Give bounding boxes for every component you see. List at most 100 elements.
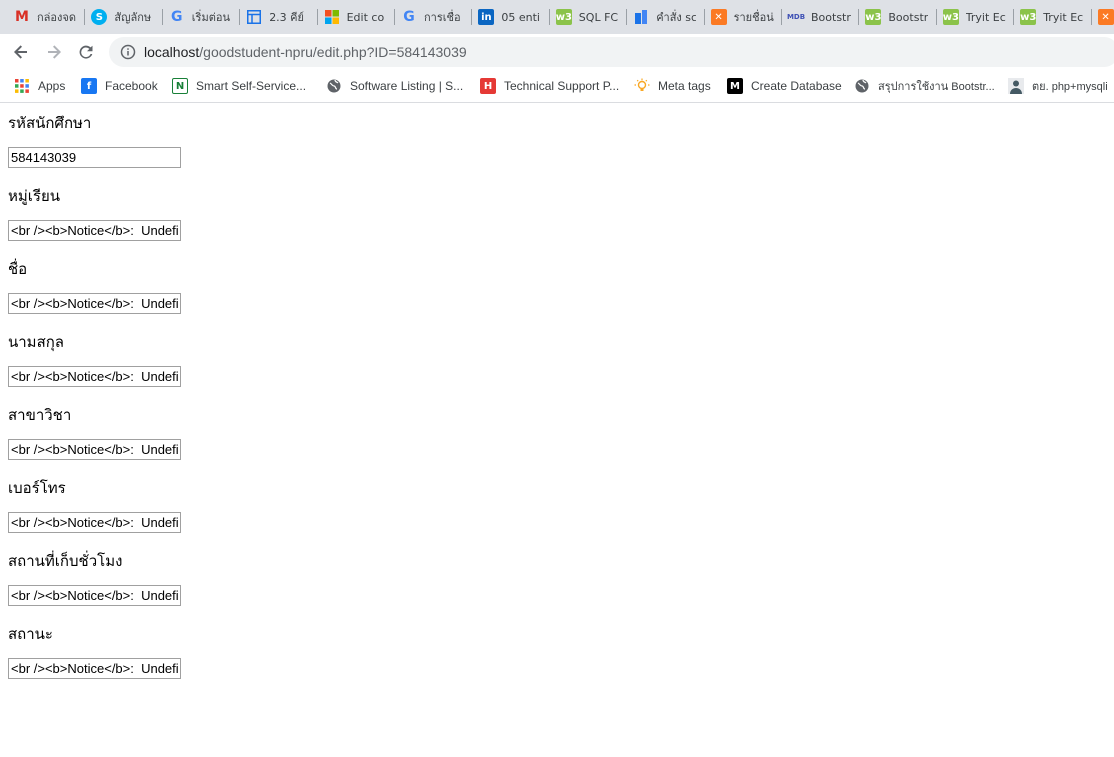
building-icon: [633, 9, 649, 25]
bookmark-label: Technical Support P...: [504, 79, 620, 93]
google-icon: G: [403, 9, 415, 25]
bookmark-label: ตย. php+mysqli: [1032, 81, 1108, 93]
mdb-icon: MDB: [786, 13, 806, 21]
section-input[interactable]: [8, 220, 181, 241]
bookmark-apps[interactable]: Apps: [14, 76, 65, 96]
browser-tab-label: Bootstr: [888, 10, 929, 24]
browser-tab[interactable]: w3 Bootstr: [859, 4, 937, 30]
browser-tab[interactable]: w3 Tryit Ec: [1014, 4, 1092, 30]
browser-tab[interactable]: G การเชื่อ: [395, 4, 473, 30]
label-hours-location: สถานที่เก็บชั่วโมง: [8, 552, 123, 570]
bookmark-bootstrap-summary[interactable]: สรุปการใช้งาน Bootstr...: [854, 76, 995, 96]
layout-icon: [246, 9, 262, 25]
browser-tab[interactable]: Edit co: [318, 4, 395, 30]
globe-icon: [326, 78, 342, 94]
n-logo-icon: N: [172, 78, 188, 94]
w3schools-icon: w3: [865, 9, 882, 25]
bookmark-label: Meta tags: [658, 79, 711, 93]
xampp-icon: ✕: [710, 9, 727, 25]
apps-grid-icon: [14, 78, 30, 94]
browser-tab-label: คำสั่ง sc: [656, 11, 697, 24]
browser-tab-label: SQL FC: [578, 10, 619, 24]
bookmark-smart-self-service[interactable]: N Smart Self-Service...: [172, 76, 306, 96]
browser-tab[interactable]: ✕ รายชื่อน่: [705, 4, 782, 30]
linkedin-icon: in: [478, 9, 495, 25]
bookmark-meta-tags[interactable]: Meta tags: [634, 76, 711, 96]
bookmark-label: Smart Self-Service...: [196, 79, 307, 93]
browser-tab-label: การเชื่อ: [424, 11, 461, 24]
w3schools-icon: w3: [943, 9, 959, 25]
reload-icon: [79, 45, 93, 59]
bookmark-software-listing[interactable]: Software Listing | S...: [326, 76, 463, 96]
xampp-icon: ✕: [1097, 9, 1114, 25]
label-last-name: นามสกุล: [8, 333, 64, 351]
gmail-icon: M: [15, 9, 29, 25]
student-id-input[interactable]: [8, 147, 181, 168]
user-avatar-icon: [1008, 78, 1024, 94]
browser-tab-label: Edit co: [346, 10, 385, 24]
browser-tab[interactable]: w3 Tryit Ec: [937, 4, 1015, 30]
arrow-right-icon: [48, 45, 61, 59]
url-path: /goodstudent-npru/edit.php?ID=584143039: [199, 44, 467, 60]
url-host: localhost: [144, 44, 200, 60]
browser-tab[interactable]: คำสั่ง sc: [627, 4, 705, 30]
bookmark-create-database[interactable]: M Create Database: [727, 76, 842, 96]
medium-icon: M: [727, 78, 743, 94]
browser-tab[interactable]: ✕: [1092, 4, 1114, 30]
skype-icon: S: [91, 9, 108, 25]
bookmark-facebook[interactable]: f Facebook: [81, 76, 158, 96]
tab-strip: M กล่องจด S สัญลักษ G เริ่มต่อน 2.3 คีย์ Edit c…: [0, 0, 1114, 34]
browser-tab[interactable]: G เริ่มต่อน: [163, 4, 241, 30]
bookmark-label: Apps: [38, 79, 66, 93]
label-first-name: ชื่อ: [8, 260, 28, 278]
browser-tab[interactable]: S สัญลักษ: [85, 4, 163, 30]
microsoft-icon: [324, 9, 340, 25]
google-icon: G: [171, 9, 183, 25]
first-name-input[interactable]: [8, 293, 181, 314]
browser-tab-label: Tryit Ec: [965, 10, 1006, 24]
label-status: สถานะ: [8, 625, 53, 643]
label-major: สาขาวิชา: [8, 406, 72, 424]
last-name-input[interactable]: [8, 366, 181, 387]
browser-tab-label: 05 enti: [501, 10, 540, 24]
bookmarks-bar: Apps f Facebook N Smart Self-Service... …: [0, 70, 1114, 103]
bookmark-label: Create Database: [751, 79, 842, 93]
globe-icon: [854, 78, 870, 94]
browser-tab[interactable]: in 05 enti: [472, 4, 550, 30]
status-input[interactable]: [8, 658, 181, 679]
label-phone: เบอร์โทร: [8, 479, 66, 497]
bookmark-php-mysqli[interactable]: ตย. php+mysqli: [1008, 76, 1108, 96]
bookmark-label: สรุปการใช้งาน Bootstr...: [878, 81, 995, 93]
bookmark-technical-support[interactable]: H Technical Support P...: [480, 76, 619, 96]
browser-tab[interactable]: MDB Bootstr: [782, 4, 860, 30]
lightbulb-icon: [634, 78, 650, 94]
browser-toolbar: localhost/goodstudent-npru/edit.php?ID=5…: [0, 34, 1114, 70]
browser-tab-label: 2.3 คีย์: [269, 11, 304, 24]
label-student-id: รหัสนักศึกษา: [8, 114, 92, 132]
bookmark-label: Facebook: [105, 79, 158, 93]
back-button[interactable]: [9, 40, 33, 64]
browser-tab[interactable]: w3 SQL FC: [550, 4, 628, 30]
phone-input[interactable]: [8, 512, 181, 533]
browser-tab-label: เริ่มต่อน: [191, 11, 230, 24]
info-icon[interactable]: [120, 44, 136, 60]
browser-tab[interactable]: M กล่องจด: [8, 4, 86, 30]
browser-tab-label: กล่องจด: [37, 11, 76, 24]
browser-tab-label: รายชื่อน่: [733, 11, 774, 24]
forward-button[interactable]: [42, 40, 66, 64]
label-section: หมู่เรียน: [8, 187, 61, 205]
major-input[interactable]: [8, 439, 181, 460]
browser-tab-label: Tryit Ec: [1043, 10, 1084, 24]
w3schools-icon: w3: [556, 9, 572, 25]
browser-tab-label: Bootstr: [811, 10, 851, 24]
hours-location-input[interactable]: [8, 585, 181, 606]
w3schools-icon: w3: [1020, 9, 1036, 25]
arrow-left-icon: [14, 45, 27, 59]
facebook-icon: f: [81, 78, 97, 94]
reload-button[interactable]: [74, 40, 98, 64]
url-text: localhost/goodstudent-npru/edit.php?ID=5…: [144, 44, 467, 60]
h-logo-icon: H: [480, 78, 496, 94]
browser-tab[interactable]: 2.3 คีย์: [240, 4, 318, 30]
browser-tab-label: สัญลักษ: [114, 11, 152, 24]
address-bar[interactable]: localhost/goodstudent-npru/edit.php?ID=5…: [109, 37, 1114, 67]
